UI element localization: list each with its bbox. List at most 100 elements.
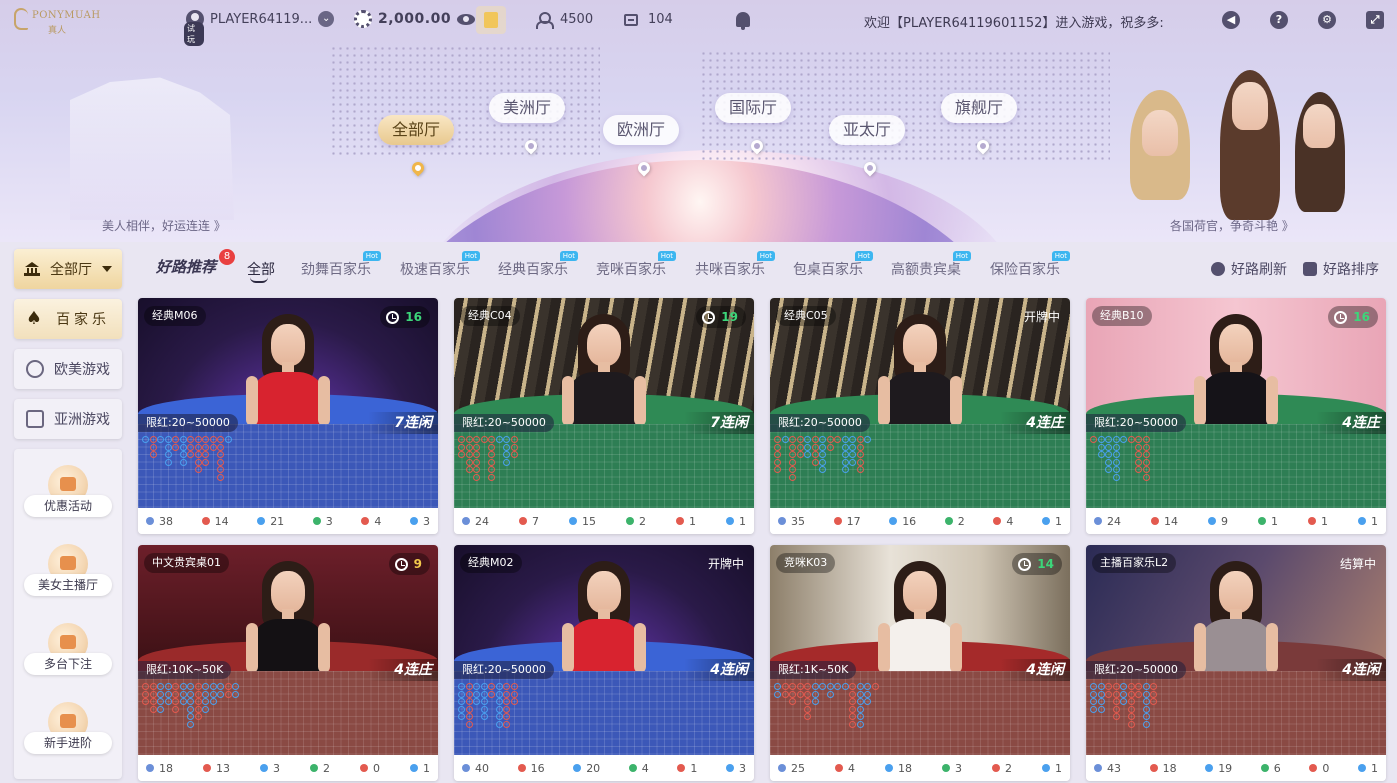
bead xyxy=(172,443,179,451)
sidebar-item-asian-games[interactable]: 亚洲游戏 xyxy=(14,399,122,439)
bell-icon[interactable] xyxy=(736,12,750,30)
bead xyxy=(480,713,488,720)
stat-dot-icon xyxy=(1041,517,1050,525)
bead xyxy=(811,451,819,458)
bead xyxy=(789,683,796,690)
sidebar-item-baccarat[interactable]: ♠ 百家乐 xyxy=(14,299,122,339)
bead xyxy=(1120,436,1127,443)
tab-vip-table[interactable]: 高额贵宾桌 Hot xyxy=(891,251,971,279)
promo-offers[interactable]: 优惠活动 xyxy=(24,465,112,537)
bead xyxy=(819,458,826,466)
bead xyxy=(849,436,856,443)
bead xyxy=(495,690,503,698)
sort-roads-button[interactable]: 好路排序 xyxy=(1303,259,1379,279)
refresh-roads-button[interactable]: 好路刷新 xyxy=(1211,259,1287,279)
bet-limit: 限红:10K~50K xyxy=(138,661,232,679)
stat-value: 2 xyxy=(323,761,330,775)
bead xyxy=(804,451,811,458)
user-menu[interactable]: 试玩 PLAYER64119... ⌄ xyxy=(184,10,335,46)
region-asia-pacific[interactable]: 亚太厅 xyxy=(829,115,906,145)
table-name: 经典M06 xyxy=(144,306,206,326)
player-count: 18 xyxy=(885,762,912,775)
bead xyxy=(796,451,804,458)
bead xyxy=(187,443,194,451)
bead xyxy=(488,683,495,690)
tab-private-baccarat[interactable]: 包桌百家乐 Hot xyxy=(793,251,873,279)
chevron-down-icon[interactable]: ⌄ xyxy=(318,11,335,27)
bead xyxy=(1120,683,1127,690)
region-flagship[interactable]: 旗舰厅 xyxy=(941,93,1018,123)
volume-icon[interactable]: ◀ xyxy=(1222,11,1240,29)
bead xyxy=(826,436,834,443)
bead xyxy=(217,466,224,473)
bead xyxy=(811,690,819,698)
tab-shared-squeeze-baccarat[interactable]: 共咪百家乐 Hot xyxy=(695,251,775,279)
region-europe[interactable]: 欧洲厅 xyxy=(603,115,680,145)
stat-dot-icon xyxy=(1149,764,1158,772)
logo[interactable]: PONYMUAH 真人 xyxy=(14,7,100,36)
bead xyxy=(1090,698,1097,705)
bead xyxy=(157,683,164,690)
fullscreen-icon[interactable]: ⤢ xyxy=(1366,11,1384,29)
left-tagline[interactable]: 美人相伴，好运连连 》 xyxy=(102,217,226,234)
player-count: 15 xyxy=(569,515,596,528)
bead xyxy=(187,436,194,443)
game-table-card[interactable]: 主播百家乐L2 结算中 限红:20~50000 4连闲 43 18 19 6 0 1 xyxy=(1086,545,1386,781)
tab-dance-baccarat[interactable]: 劲舞百家乐 Hot xyxy=(301,251,381,279)
refresh-label: 好路刷新 xyxy=(1231,262,1287,278)
settings-icon[interactable]: ⚙ xyxy=(1318,11,1336,29)
online-count: 4500 xyxy=(536,12,593,29)
bead xyxy=(1135,690,1142,698)
region-international[interactable]: 国际厅 xyxy=(715,93,792,123)
game-table-card[interactable]: 中文贵宾桌01 9 限红:10K~50K 4连庄 18 13 3 2 0 1 xyxy=(138,545,438,781)
region-all[interactable]: 全部厅 xyxy=(378,115,455,145)
tab-insurance-baccarat[interactable]: 保险百家乐 Hot xyxy=(990,251,1070,279)
dealer xyxy=(246,314,330,424)
bead xyxy=(217,690,224,698)
stat-dot-icon xyxy=(725,764,734,772)
bank-icon xyxy=(24,262,40,276)
promo-beginner-guide[interactable]: 新手进阶 xyxy=(24,702,112,774)
stat-dot-icon xyxy=(944,517,953,525)
game-table-card[interactable]: 经典B10 16 限红:20~50000 4连庄 24 14 9 1 1 1 xyxy=(1086,298,1386,534)
region-americas[interactable]: 美洲厅 xyxy=(489,93,566,123)
records-button[interactable] xyxy=(476,6,506,34)
eye-icon[interactable] xyxy=(457,13,476,25)
hot-badge: Hot xyxy=(854,251,873,261)
help-icon[interactable]: ? xyxy=(1270,11,1288,29)
tab-all[interactable]: 全部 xyxy=(247,259,275,283)
game-table-card[interactable]: 经典M02 开牌中 限红:20~50000 4连闲 40 16 20 4 1 3 xyxy=(454,545,754,781)
tab-squeeze-baccarat[interactable]: 竞咪百家乐 Hot xyxy=(596,251,676,279)
stat-dot-icon xyxy=(889,517,898,525)
promo-multi-bet[interactable]: 多台下注 xyxy=(24,623,112,695)
stat-dot-icon xyxy=(1309,764,1318,772)
promo-anchor-hall[interactable]: 美女主播厅 xyxy=(24,544,112,616)
tab-speed-baccarat[interactable]: 极速百家乐 Hot xyxy=(400,251,480,279)
bead xyxy=(781,690,789,698)
bead xyxy=(1142,720,1150,728)
banker-pair-count: 2 xyxy=(992,762,1012,775)
bead xyxy=(1142,473,1150,481)
stat-value: 1 xyxy=(690,761,698,775)
bead xyxy=(224,690,232,698)
bead-road: 限红:20~50000 7连闲 xyxy=(454,412,754,508)
game-table-card[interactable]: 经典M06 16 限红:20~50000 7连闲 38 14 21 3 4 3 xyxy=(138,298,438,534)
right-tagline[interactable]: 各国荷官，争奇斗艳 》 xyxy=(1170,217,1294,234)
game-table-card[interactable]: 经典C04 19 限红:20~50000 7连闲 24 7 15 2 1 1 xyxy=(454,298,754,534)
hot-badge: Hot xyxy=(362,251,381,261)
bead xyxy=(841,436,849,443)
bead xyxy=(1142,451,1150,458)
bead xyxy=(1135,458,1142,466)
hall-select[interactable]: 全部厅 xyxy=(14,249,122,289)
sidebar-item-western-games[interactable]: 欧美游戏 xyxy=(14,349,122,389)
player-count: 20 xyxy=(573,762,600,775)
bead xyxy=(819,466,826,473)
game-table-card[interactable]: 竞咪K03 14 限红:1K~50K 4连闲 25 4 18 3 2 1 xyxy=(770,545,1070,781)
filter-bar: 好路推荐 8 全部 劲舞百家乐 Hot 极速百家乐 Hot 经典百家乐 Hot 竞咪百… xyxy=(138,242,1397,294)
bead xyxy=(157,690,164,698)
tab-classic-baccarat[interactable]: 经典百家乐 Hot xyxy=(498,251,578,279)
game-table-card[interactable]: 经典C05 开牌中 限红:20~50000 4连庄 35 17 16 2 4 1 xyxy=(770,298,1070,534)
bead xyxy=(217,683,224,690)
stat-value: 2 xyxy=(957,514,965,528)
bead xyxy=(789,690,796,698)
